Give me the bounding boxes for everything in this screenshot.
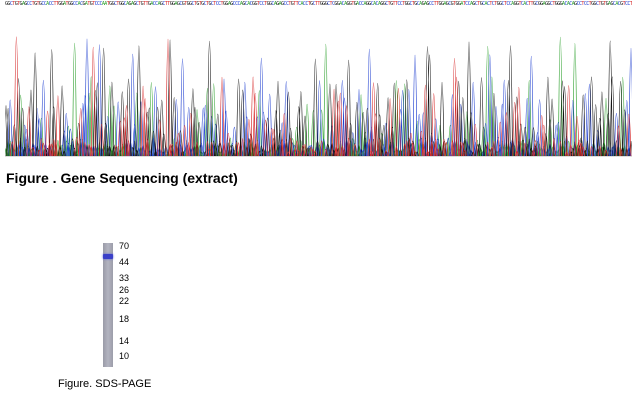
marker-label: 14 <box>119 336 130 346</box>
gel-lane <box>103 243 113 367</box>
base-call-sequence: GGCTGTGAGCCTGTGCCACCTTGGATGGCCACGATGTCCC… <box>5 0 632 9</box>
marker-label: 70 <box>119 241 130 251</box>
figure-caption: Figure . Gene Sequencing (extract) <box>6 170 238 186</box>
marker-label: 26 <box>119 285 130 295</box>
sds-page-figure: 70 44 33 26 22 18 14 10 Figure. SDS-PAGE <box>0 236 300 400</box>
marker-label: 22 <box>119 296 130 306</box>
figure-caption: Figure. SDS-PAGE <box>58 378 152 390</box>
marker-label: 10 <box>119 351 130 361</box>
gene-sequencing-figure: GGCTGTGAGCCTGTGCCACCTTGGATGGCCACGATGTCCC… <box>0 0 637 196</box>
marker-label: 18 <box>119 314 130 324</box>
chromatogram-trace <box>5 36 632 157</box>
protein-band <box>103 254 113 259</box>
marker-label: 33 <box>119 273 130 283</box>
marker-label: 44 <box>119 257 130 267</box>
